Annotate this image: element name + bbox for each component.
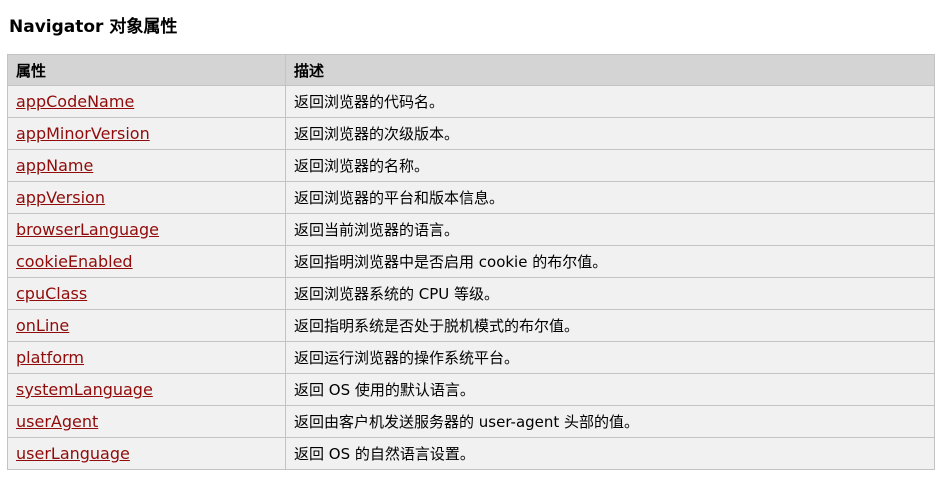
description-cell: 返回浏览器的次级版本。: [285, 117, 935, 150]
property-link-online[interactable]: onLine: [16, 316, 69, 335]
property-cell: cpuClass: [7, 277, 286, 310]
property-link-browserlanguage[interactable]: browserLanguage: [16, 220, 159, 239]
description-cell: 返回浏览器的平台和版本信息。: [285, 181, 935, 214]
property-link-appminorversion[interactable]: appMinorVersion: [16, 124, 150, 143]
property-cell: onLine: [7, 309, 286, 342]
table-row: appVersion 返回浏览器的平台和版本信息。: [7, 181, 935, 214]
table-row: appName 返回浏览器的名称。: [7, 149, 935, 182]
property-link-useragent[interactable]: userAgent: [16, 412, 98, 431]
property-link-platform[interactable]: platform: [16, 348, 84, 367]
description-cell: 返回当前浏览器的语言。: [285, 213, 935, 246]
page-title: Navigator 对象属性: [9, 17, 178, 37]
table-row: cookieEnabled 返回指明浏览器中是否启用 cookie 的布尔值。: [7, 245, 935, 278]
property-cell: userAgent: [7, 405, 286, 438]
property-cell: platform: [7, 341, 286, 374]
property-cell: appName: [7, 149, 286, 182]
table-row: browserLanguage 返回当前浏览器的语言。: [7, 213, 935, 246]
table-row: platform 返回运行浏览器的操作系统平台。: [7, 341, 935, 374]
property-link-appversion[interactable]: appVersion: [16, 188, 105, 207]
property-link-appname[interactable]: appName: [16, 156, 93, 175]
property-link-appcodename[interactable]: appCodeName: [16, 92, 134, 111]
header-property: 属性: [7, 54, 286, 86]
description-cell: 返回指明浏览器中是否启用 cookie 的布尔值。: [285, 245, 935, 278]
property-cell: appCodeName: [7, 85, 286, 118]
description-cell: 返回由客户机发送服务器的 user-agent 头部的值。: [285, 405, 935, 438]
description-cell: 返回指明系统是否处于脱机模式的布尔值。: [285, 309, 935, 342]
property-cell: appVersion: [7, 181, 286, 214]
description-cell: 返回浏览器的名称。: [285, 149, 935, 182]
description-cell: 返回 OS 使用的默认语言。: [285, 373, 935, 406]
property-cell: appMinorVersion: [7, 117, 286, 150]
header-description: 描述: [285, 54, 935, 86]
property-cell: cookieEnabled: [7, 245, 286, 278]
table-header-row: 属性 描述: [7, 54, 935, 86]
description-cell: 返回浏览器系统的 CPU 等级。: [285, 277, 935, 310]
property-cell: browserLanguage: [7, 213, 286, 246]
table-row: appMinorVersion 返回浏览器的次级版本。: [7, 117, 935, 150]
table-row: appCodeName 返回浏览器的代码名。: [7, 85, 935, 118]
property-cell: userLanguage: [7, 437, 286, 470]
properties-table: 属性 描述 appCodeName 返回浏览器的代码名。 appMinorVer…: [7, 54, 935, 470]
property-link-systemlanguage[interactable]: systemLanguage: [16, 380, 153, 399]
property-link-userlanguage[interactable]: userLanguage: [16, 444, 130, 463]
page: Navigator 对象属性 属性 描述 appCodeName 返回浏览器的代…: [0, 0, 941, 501]
description-cell: 返回浏览器的代码名。: [285, 85, 935, 118]
property-link-cookieenabled[interactable]: cookieEnabled: [16, 252, 133, 271]
description-cell: 返回 OS 的自然语言设置。: [285, 437, 935, 470]
table-row: userAgent 返回由客户机发送服务器的 user-agent 头部的值。: [7, 405, 935, 438]
table-row: onLine 返回指明系统是否处于脱机模式的布尔值。: [7, 309, 935, 342]
description-cell: 返回运行浏览器的操作系统平台。: [285, 341, 935, 374]
property-link-cpuclass[interactable]: cpuClass: [16, 284, 87, 303]
table-row: cpuClass 返回浏览器系统的 CPU 等级。: [7, 277, 935, 310]
table-row: systemLanguage 返回 OS 使用的默认语言。: [7, 373, 935, 406]
table-row: userLanguage 返回 OS 的自然语言设置。: [7, 437, 935, 470]
property-cell: systemLanguage: [7, 373, 286, 406]
